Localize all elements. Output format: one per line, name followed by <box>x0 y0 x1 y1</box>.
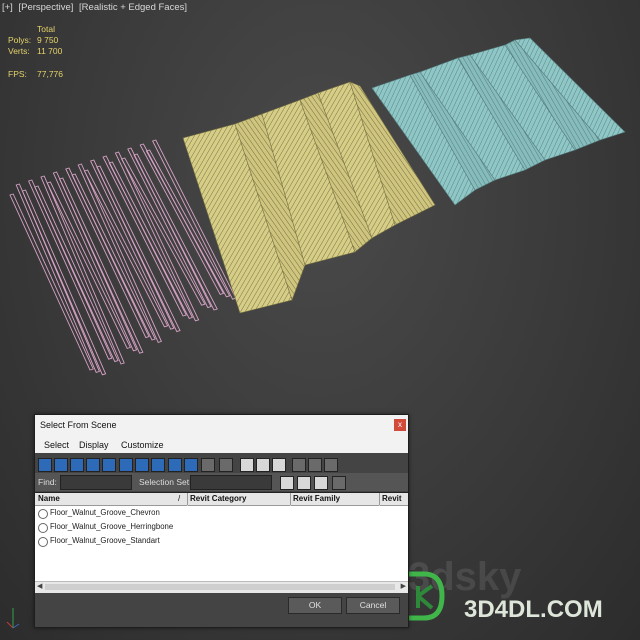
select-none-icon[interactable] <box>256 458 270 472</box>
columns-icon[interactable] <box>324 458 338 472</box>
object-name: Floor_Walnut_Groove_Standart <box>50 536 160 545</box>
list-item[interactable]: Floor_Walnut_Groove_Chevron <box>35 506 408 520</box>
filter-xrefs-icon[interactable] <box>151 458 165 472</box>
filter-frozen-icon[interactable] <box>201 458 215 472</box>
list-item[interactable]: Floor_Walnut_Groove_Standart <box>35 534 408 548</box>
filter-cameras-icon[interactable] <box>86 458 100 472</box>
close-button[interactable]: x <box>394 419 406 431</box>
column-revit[interactable]: Revit <box>382 494 402 503</box>
watermark-brand-text: 3D4DL.COM <box>464 596 603 623</box>
select-all-icon[interactable] <box>240 458 254 472</box>
plank-strip <box>15 183 101 373</box>
filter-bones-icon[interactable] <box>168 458 182 472</box>
object-icon <box>38 509 48 519</box>
scroll-left-icon[interactable]: ◀ <box>37 582 42 590</box>
filter-hidden-icon[interactable] <box>219 458 233 472</box>
edit-selection-set-icon[interactable] <box>280 476 294 490</box>
menu-customize[interactable]: Customize <box>121 440 164 450</box>
sort-indicator-icon: / <box>178 494 181 503</box>
filter-options-icon[interactable] <box>308 458 322 472</box>
dialog-titlebar[interactable]: Select From Scene x <box>35 415 408 436</box>
remove-from-set-icon[interactable] <box>314 476 328 490</box>
column-revit-family[interactable]: Revit Family <box>293 494 340 503</box>
list-item[interactable]: Floor_Walnut_Groove_Herringbone <box>35 520 408 534</box>
filter-spacewarps-icon[interactable] <box>119 458 133 472</box>
object-list[interactable]: Name / Revit Category Revit Family Revit… <box>35 492 408 593</box>
scroll-thumb[interactable] <box>45 584 395 590</box>
find-row: Find: Selection Set: <box>35 473 408 491</box>
axis-gizmo-icon <box>6 608 20 629</box>
object-icon <box>38 537 48 547</box>
filter-geometry-icon[interactable] <box>38 458 52 472</box>
filter-shapes-icon[interactable] <box>54 458 68 472</box>
dialog-toolbar <box>35 455 408 473</box>
horizontal-scrollbar[interactable]: ◀ ▶ <box>35 581 408 593</box>
plank-strip <box>9 193 94 371</box>
object-name: Floor_Walnut_Groove_Herringbone <box>50 522 174 531</box>
plank-strip <box>65 167 150 339</box>
plank-strip <box>71 173 156 341</box>
filter-groups-icon[interactable] <box>135 458 149 472</box>
plank-strip <box>27 179 113 360</box>
scroll-right-icon[interactable]: ▶ <box>401 582 406 590</box>
menu-display[interactable]: Display <box>79 440 109 450</box>
find-input[interactable] <box>60 475 132 490</box>
plank-strip <box>96 165 181 333</box>
ok-button[interactable]: OK <box>288 597 342 614</box>
add-to-set-icon[interactable] <box>297 476 311 490</box>
dialog-menubar: Select Display Customize <box>35 436 408 453</box>
plank-strip <box>108 161 194 319</box>
list-header: Name / Revit Category Revit Family Revit <box>35 493 408 506</box>
menu-select[interactable]: Select <box>44 440 69 450</box>
filter-lights-icon[interactable] <box>70 458 84 472</box>
filter-funnel-icon[interactable] <box>292 458 306 472</box>
plank-strip <box>46 181 132 349</box>
find-label: Find: <box>38 477 57 487</box>
column-name[interactable]: Name <box>38 494 60 503</box>
object-name: Floor_Walnut_Groove_Chevron <box>50 508 160 517</box>
cancel-button[interactable]: Cancel <box>346 597 400 614</box>
filter-containers-icon[interactable] <box>184 458 198 472</box>
select-invert-icon[interactable] <box>272 458 286 472</box>
object-icon <box>38 523 48 533</box>
filter-helpers-icon[interactable] <box>102 458 116 472</box>
column-revit-category[interactable]: Revit Category <box>190 494 246 503</box>
selection-set-label: Selection Set: <box>139 477 192 487</box>
select-from-scene-dialog[interactable]: Select From Scene x Select Display Custo… <box>34 414 409 628</box>
dialog-title: Select From Scene <box>40 420 117 430</box>
plank-strip <box>83 169 169 328</box>
selection-set-dropdown[interactable] <box>190 475 272 490</box>
set-options-icon[interactable] <box>332 476 346 490</box>
